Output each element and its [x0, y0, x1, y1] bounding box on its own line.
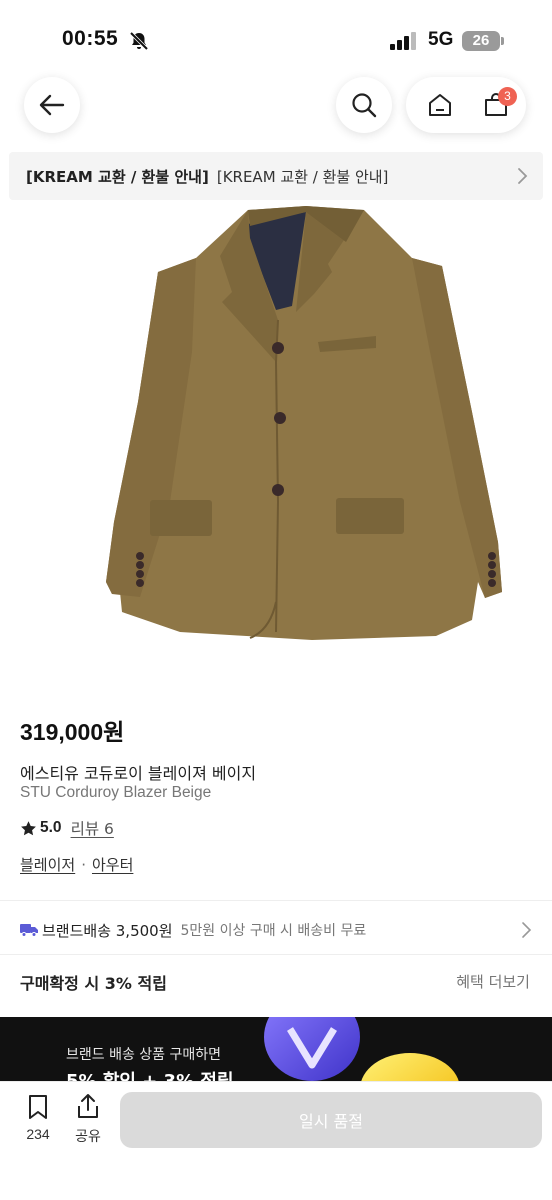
share-label: 공유: [75, 1129, 101, 1145]
category-separator: ·: [81, 855, 86, 874]
product-price: 319,000원: [20, 713, 124, 747]
price-unit: 원: [103, 720, 125, 746]
bookmark-count: 234: [26, 1126, 50, 1142]
battery-indicator: 26: [462, 31, 500, 51]
nav-actions-group: 3: [406, 77, 526, 133]
promo-subtitle: 브랜드 배송 상품 구매하면: [66, 1047, 222, 1063]
home-button[interactable]: [412, 77, 468, 133]
cart-count-badge: 3: [498, 87, 517, 106]
benefits-more-link[interactable]: 혜택 더보기: [456, 971, 530, 992]
star-icon: [21, 820, 36, 835]
product-name-english: STU Corduroy Blazer Beige: [20, 784, 212, 801]
price-value: 319,000: [20, 719, 104, 745]
bookmark-icon: [29, 1095, 47, 1119]
search-icon: [352, 93, 377, 118]
search-button[interactable]: [336, 77, 392, 133]
bell-muted-icon: [129, 31, 149, 51]
status-time: 00:55: [62, 27, 119, 50]
chevron-right-icon: [522, 922, 532, 938]
back-button[interactable]: [24, 77, 80, 133]
product-image-blazer[interactable]: [100, 202, 510, 650]
network-label: 5G: [428, 29, 454, 50]
share-icon: [78, 1094, 98, 1118]
cart-button[interactable]: 3: [468, 77, 524, 133]
rating-row: 5.0 리뷰 6: [20, 817, 114, 839]
delivery-note: 5만원 이상 구매 시 배송비 무료: [180, 923, 367, 939]
category-row: 블레이저 · 아우터: [20, 854, 133, 875]
product-name-korean: 에스티유 코듀로이 블레이져 베이지: [20, 764, 257, 783]
bottom-action-bar: 234 공유 일시 품절: [0, 1081, 552, 1200]
truck-icon: [20, 924, 38, 937]
product-detail-page: 00:55 5G 26 3 [KREAM 교환 / 환불 안내] [KREAM …: [0, 0, 552, 1200]
exchange-refund-notice[interactable]: [KREAM 교환 / 환불 안내] [KREAM 교환 / 환불 안내]: [9, 152, 543, 200]
review-link[interactable]: 리뷰 6: [71, 817, 114, 839]
bookmark-button[interactable]: 234: [18, 1094, 58, 1142]
rating-value: 5.0: [40, 819, 62, 836]
notice-text: [KREAM 교환 / 환불 안내]: [216, 167, 389, 186]
chevron-right-icon: [518, 168, 528, 184]
status-bar: 00:55 5G 26: [0, 0, 552, 80]
notice-title: [KREAM 교환 / 환불 안내]: [26, 167, 209, 186]
delivery-info-row[interactable]: 브랜드배송 3,500원 5만원 이상 구매 시 배송비 무료: [20, 917, 536, 943]
category-link-outer[interactable]: 아우터: [92, 854, 133, 875]
arrow-left-icon: [39, 94, 65, 116]
category-link-blazer[interactable]: 블레이저: [20, 854, 75, 875]
divider: [0, 954, 552, 955]
home-icon: [429, 94, 451, 116]
divider: [0, 900, 552, 901]
battery-tip: [501, 37, 504, 45]
share-button[interactable]: 공유: [68, 1092, 108, 1146]
points-label: 구매확정 시 3% 적립: [20, 974, 167, 993]
soldout-button[interactable]: 일시 품절: [120, 1092, 542, 1148]
delivery-label: 브랜드배송 3,500원: [42, 921, 173, 940]
signal-icon: [390, 32, 416, 50]
